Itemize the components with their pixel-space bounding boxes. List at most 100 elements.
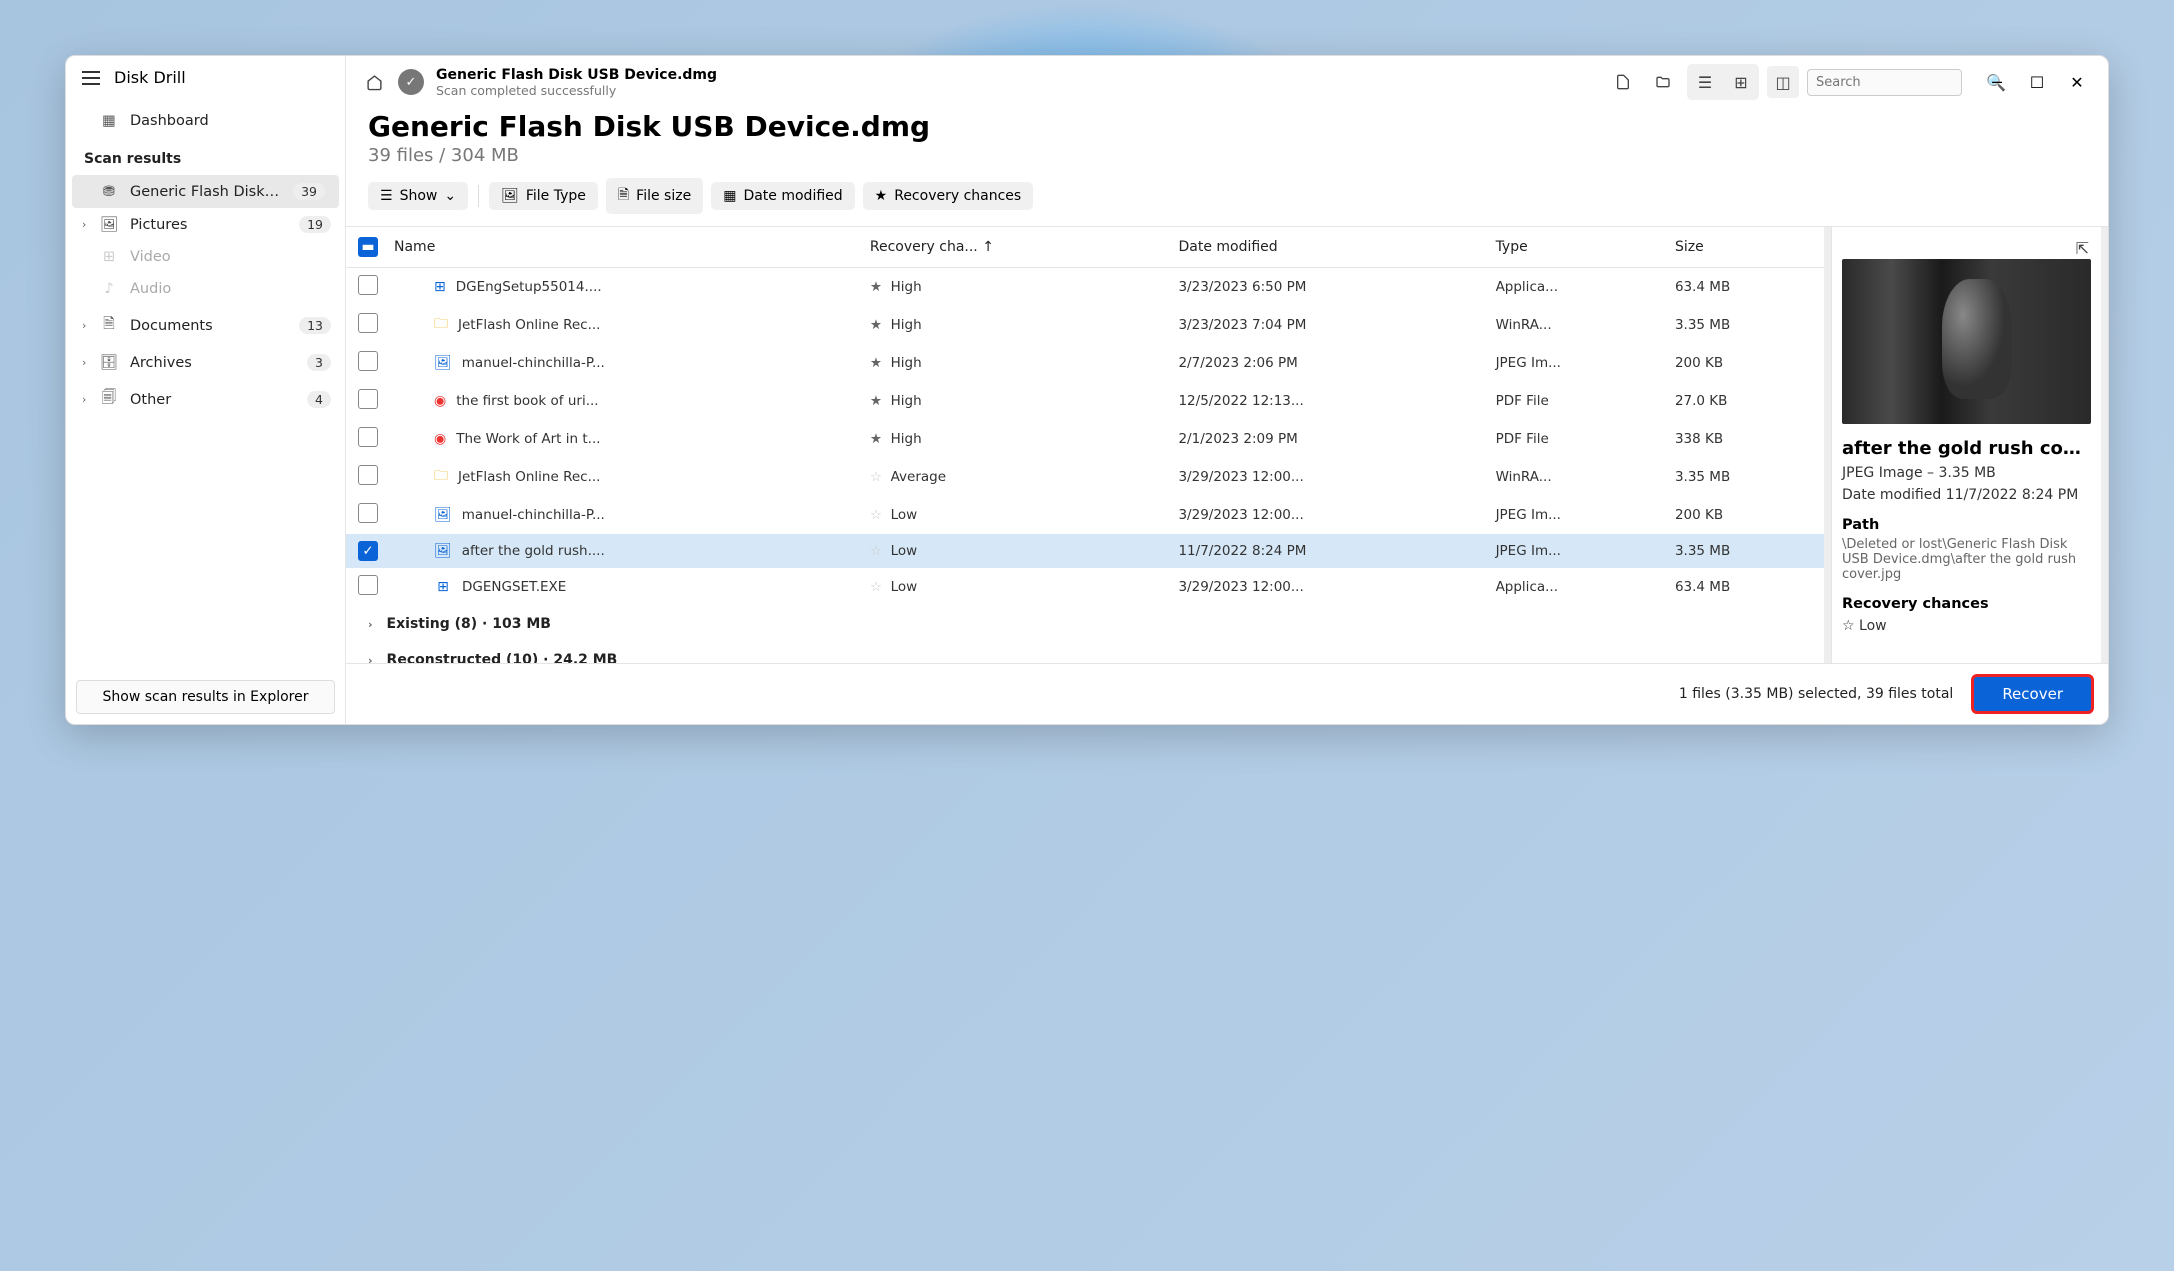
show-in-explorer-button[interactable]: Show scan results in Explorer [76, 680, 335, 714]
sidebar-item-pictures[interactable]: › 🖼 Pictures 19 [66, 208, 345, 241]
recover-button[interactable]: Recover [1971, 674, 2094, 714]
col-type[interactable]: Type [1488, 227, 1667, 268]
col-name[interactable]: Name [386, 227, 862, 268]
image-icon: 🖼 [501, 188, 519, 204]
table-row[interactable]: ◉The Work of Art in t...★ High2/1/2023 2… [346, 420, 1824, 458]
table-row[interactable]: 🗀JetFlash Online Rec...★ High3/23/2023 7… [346, 306, 1824, 344]
row-checkbox[interactable] [358, 275, 378, 295]
file-size: 27.0 KB [1667, 382, 1824, 420]
preview-title: after the gold rush cover.... [1842, 438, 2091, 459]
file-icon-button[interactable] [1607, 66, 1639, 98]
sidebar-item-video[interactable]: ⊞ Video [66, 241, 345, 273]
search-input[interactable] [1816, 75, 1986, 90]
row-checkbox[interactable] [358, 427, 378, 447]
recovery-chances-filter-button[interactable]: ★Recovery chances [863, 182, 1034, 210]
show-filter-button[interactable]: ☰Show⌄ [368, 182, 468, 210]
file-table-wrapper[interactable]: ▬ Name Recovery cha... ↑ Date modified T… [346, 227, 1824, 663]
table-row[interactable]: 🖼manuel-chinchilla-P...★ High2/7/2023 2:… [346, 344, 1824, 382]
popout-icon[interactable]: ⇱ [2076, 239, 2089, 258]
sidebar-item-label: Audio [130, 281, 171, 297]
star-icon: ★ [870, 355, 882, 371]
table-row[interactable]: 🗀JetFlash Online Rec...☆ Average3/29/202… [346, 458, 1824, 496]
preview-rc-header: Recovery chances [1842, 596, 2091, 612]
file-date: 3/29/2023 12:00... [1170, 496, 1487, 534]
recovery-chance: High [891, 317, 922, 333]
sidebar-item-label: Video [130, 249, 171, 265]
recovery-chance: Low [891, 579, 918, 595]
file-size-filter-button[interactable]: 🗎File size [606, 178, 703, 214]
row-checkbox[interactable] [358, 465, 378, 485]
home-button[interactable] [358, 66, 390, 98]
col-size[interactable]: Size [1667, 227, 1824, 268]
file-type-filter-button[interactable]: 🖼File Type [489, 182, 598, 210]
table-row[interactable]: ◉the first book of uri...★ High12/5/2022… [346, 382, 1824, 420]
col-date[interactable]: Date modified [1170, 227, 1487, 268]
sidebar-item-other[interactable]: › 🗐 Other 4 [66, 379, 345, 420]
sidebar-dashboard[interactable]: ▦ Dashboard [66, 105, 345, 137]
minimize-button[interactable]: ─ [1978, 67, 2016, 97]
star-icon: ★ [870, 393, 882, 409]
recovery-chance: High [891, 393, 922, 409]
sidebar-item-archives[interactable]: › 🗄 Archives 3 [66, 346, 345, 379]
file-name: manuel-chinchilla-P... [462, 507, 605, 523]
recovery-chance: Low [891, 543, 918, 559]
row-checkbox[interactable] [358, 313, 378, 333]
file-size: 3.35 MB [1667, 306, 1824, 344]
sidebar-header: Disk Drill [66, 56, 345, 99]
file-name: JetFlash Online Rec... [458, 469, 600, 485]
file-date: 2/1/2023 2:09 PM [1170, 420, 1487, 458]
content-row: ▬ Name Recovery cha... ↑ Date modified T… [346, 226, 2108, 663]
table-row[interactable]: ⊞DGENGSET.EXE☆ Low3/29/2023 12:00...Appl… [346, 568, 1824, 606]
row-checkbox[interactable] [358, 351, 378, 371]
hamburger-icon[interactable] [82, 71, 100, 85]
file-type: PDF File [1488, 382, 1667, 420]
table-row[interactable]: ⊞DGEngSetup55014....★ High3/23/2023 6:50… [346, 268, 1824, 307]
sidebar-item-documents[interactable]: › 🗎 Documents 13 [66, 305, 345, 346]
folder-icon-button[interactable] [1647, 66, 1679, 98]
table-row[interactable]: 🖼manuel-chinchilla-P...☆ Low3/29/2023 12… [346, 496, 1824, 534]
file-type-icon: 🗀 [434, 316, 448, 334]
grid-view-button[interactable]: ⊞ [1725, 66, 1757, 98]
scrollbar[interactable] [1824, 227, 1831, 663]
date-modified-filter-button[interactable]: ▦Date modified [711, 182, 854, 210]
file-size: 200 KB [1667, 344, 1824, 382]
table-row[interactable]: ✓🖼after the gold rush....☆ Low11/7/2022 … [346, 534, 1824, 568]
sidebar: Disk Drill ▦ Dashboard Scan results ⛃ Ge… [66, 56, 346, 724]
file-size: 63.4 MB [1667, 268, 1824, 307]
preview-path: \Deleted or lost\Generic Flash Disk USB … [1842, 537, 2091, 582]
search-box[interactable]: 🔍 [1807, 69, 1962, 96]
page-header: Generic Flash Disk USB Device.dmg 39 fil… [346, 108, 2108, 178]
file-type-icon: ⊞ [434, 578, 452, 596]
chevron-right-icon: › [82, 393, 86, 406]
other-icon: 🗐 [100, 387, 118, 412]
panel-toggle-button[interactable]: ◫ [1767, 66, 1799, 98]
file-type-icon: ⊞ [434, 278, 446, 296]
file-type: WinRA... [1488, 458, 1667, 496]
image-icon: 🖼 [100, 216, 118, 233]
row-checkbox[interactable] [358, 503, 378, 523]
sidebar-item-drive[interactable]: ⛃ Generic Flash Disk USB D... 39 [72, 175, 339, 208]
row-checkbox[interactable] [358, 575, 378, 595]
col-recovery[interactable]: Recovery cha... ↑ [862, 227, 1171, 268]
group-row-existing[interactable]: › Existing (8) · 103 MB [346, 606, 1824, 642]
col-label: Recovery cha... [870, 239, 978, 255]
sidebar-footer: Show scan results in Explorer [66, 670, 345, 724]
sidebar-item-audio[interactable]: ♪ Audio [66, 273, 345, 305]
list-view-button[interactable]: ☰ [1689, 66, 1721, 98]
file-type-icon: 🖼 [434, 506, 452, 524]
close-button[interactable]: ✕ [2058, 67, 2096, 97]
crumb-subtitle: Scan completed successfully [436, 83, 717, 98]
filter-bar: ☰Show⌄ 🖼File Type 🗎File size ▦Date modif… [346, 178, 2108, 226]
select-all-checkbox[interactable]: ▬ [358, 237, 378, 257]
count-badge: 13 [299, 317, 331, 334]
group-row-reconstructed[interactable]: › Reconstructed (10) · 24.2 MB [346, 642, 1824, 663]
row-checkbox[interactable] [358, 389, 378, 409]
count-badge: 3 [307, 354, 331, 371]
scrollbar[interactable] [2101, 227, 2108, 663]
star-icon: ☆ [870, 507, 882, 523]
maximize-button[interactable]: ☐ [2018, 67, 2056, 97]
file-type-icon: ◉ [434, 430, 446, 448]
file-type-icon: 🗀 [434, 468, 448, 486]
row-checkbox[interactable]: ✓ [358, 541, 378, 561]
star-icon: ☆ [870, 469, 882, 485]
